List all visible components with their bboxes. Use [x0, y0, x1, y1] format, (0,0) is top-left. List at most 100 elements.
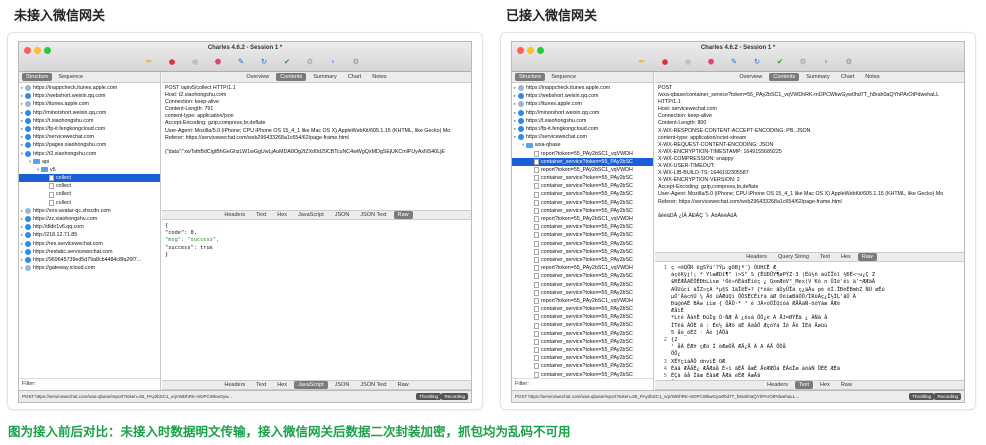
tree-item[interactable]: ▸ https://itunes.apple.com [19, 100, 160, 108]
tree-item[interactable]: container_service?token=55_PAy2bSC [512, 240, 653, 248]
tree-item[interactable]: container_service?token=55_PAy2bSC [512, 313, 653, 321]
tree-item[interactable]: container_service?token=55_PAy2bSC [512, 305, 653, 313]
tab-chart[interactable]: Chart [837, 73, 858, 81]
tree-item[interactable]: container_service?token=55_PAy2bSC [512, 199, 653, 207]
record-icon[interactable]: ● [660, 57, 670, 67]
tree-item[interactable]: container_service?token=55_PAy2bSC [512, 207, 653, 215]
tree-item[interactable]: container_service?token=55_PAy2bSC [512, 338, 653, 346]
tab-chart[interactable]: Chart [344, 73, 365, 81]
next-icon[interactable]: › [821, 57, 831, 67]
tree-item[interactable]: container_service?token=55_PAy2bSC [512, 330, 653, 338]
throttling-badge[interactable]: Throttling [909, 393, 934, 400]
tree-item[interactable]: ▸ https://inappcheck.itunes.apple.com [512, 84, 653, 92]
tab-structure[interactable]: Structure [515, 73, 546, 81]
tree-item[interactable]: ▸ https://servicewechat.com [512, 133, 653, 141]
tree-item[interactable]: container_service?token=55_PAy2bSC [512, 174, 653, 182]
tree-item[interactable]: ▸ http://minorshort.weixin.qq.com [19, 109, 160, 117]
tree-item[interactable]: ▸ https://inappcheck.itunes.apple.com [19, 84, 160, 92]
recording-badge[interactable]: Recording [934, 393, 961, 400]
tree-item[interactable]: ▸ https://t.xiaohongshu.com [19, 117, 160, 125]
tree-item[interactable]: container_service?token=55_PAy2bSC [512, 362, 653, 370]
tree-item[interactable]: container_service?token=55_PAy2bSC [512, 190, 653, 198]
tools-icon[interactable]: ⚙ [798, 57, 808, 67]
tree-item[interactable]: ▸ http://218.12.71.85 [19, 231, 160, 239]
tree-item[interactable]: ▸ https://itunes.apple.com [512, 100, 653, 108]
tree-item[interactable]: ▸ https://fp-it.fengkongcloud.com [19, 125, 160, 133]
tree-item[interactable]: ▸ https://restatic.servicewechat.com [19, 248, 160, 256]
tree-item[interactable]: container_service?token=55_PAy2bSC [512, 289, 653, 297]
validate-icon[interactable]: ✔ [775, 57, 785, 67]
tab-raw[interactable]: Raw [837, 381, 856, 389]
tab-hex[interactable]: Hex [273, 211, 291, 219]
tab-raw[interactable]: Raw [393, 211, 413, 219]
filter-field[interactable]: Filter: [512, 378, 653, 390]
tree-item[interactable]: ▾ wxa-qbase [512, 141, 653, 149]
tree-item[interactable]: report?token=55_PAy2bSC1_vqVWDH [512, 150, 653, 158]
tree-item[interactable]: collect [19, 174, 160, 183]
tree-item[interactable]: ▸ https://gateway.icloud.com [19, 264, 160, 272]
tab-raw[interactable]: Raw [857, 253, 877, 261]
tree-item[interactable]: ▸ https://zz.xiaohongshu.com [19, 215, 160, 223]
tab-contents[interactable]: Contents [769, 73, 800, 81]
tree-item[interactable]: container_service?token=55_PAy2bSC [512, 182, 653, 190]
tab-headers[interactable]: Headers [742, 253, 771, 261]
throttle-icon[interactable]: ● [190, 57, 200, 67]
tree-item[interactable]: ▸ https://sns-avatar-qc.xhscdn.com [19, 207, 160, 215]
tab-json-text[interactable]: JSON Text [356, 211, 390, 219]
tab-json-text[interactable]: JSON Text [356, 381, 390, 389]
tab-headers[interactable]: Headers [220, 381, 249, 389]
tree-item[interactable]: ▸ https://res.servicewechat.com [19, 240, 160, 248]
tree-item[interactable]: container_service?token=55_PAy2bSC [512, 321, 653, 329]
tab-sequence[interactable]: Sequence [547, 73, 580, 81]
tab-json[interactable]: JSON [331, 381, 354, 389]
tree-item[interactable]: container_service?token=55_PAy2bSC [512, 157, 653, 166]
filter-field[interactable]: Filter: [19, 378, 160, 390]
tree-item[interactable]: container_service?token=55_PAy2bSC [512, 281, 653, 289]
repeat-icon[interactable]: ↻ [259, 57, 269, 67]
repeat-icon[interactable]: ↻ [752, 57, 762, 67]
throttling-badge[interactable]: Throttling [416, 393, 441, 400]
tools-icon[interactable]: ⚙ [305, 57, 315, 67]
tab-contents[interactable]: Contents [276, 73, 307, 81]
tree-item[interactable]: ▸ https://969645739ed5d79a8cb4484c8fa26f7… [19, 256, 160, 264]
tab-json[interactable]: JSON [331, 211, 354, 219]
tree-item[interactable]: collect [19, 190, 160, 198]
tab-javascript[interactable]: JavaScript [294, 211, 328, 219]
tree-item[interactable]: container_service?token=55_PAy2bSC [512, 354, 653, 362]
tree-item[interactable]: ▸ https://webshort.weixin.qq.com [19, 92, 160, 100]
tab-structure[interactable]: Structure [22, 73, 53, 81]
tree-item[interactable]: report?token=55_PAy2bSC1_vqVWDH [512, 264, 653, 272]
tree-item[interactable]: ▸ https://webshort.weixin.qq.com [512, 92, 653, 100]
record-icon[interactable]: ● [167, 57, 177, 67]
tree-item[interactable]: ▸ https://servicewechat.com [19, 133, 160, 141]
tab-notes[interactable]: Notes [368, 73, 390, 81]
recording-badge[interactable]: Recording [441, 393, 468, 400]
pen-icon[interactable]: ✏ [637, 57, 647, 67]
tree-item[interactable]: ▾ api [19, 158, 160, 166]
tab-hex[interactable]: Hex [816, 381, 834, 389]
tab-headers[interactable]: Headers [763, 381, 792, 389]
breakpoint-icon[interactable]: ⬣ [706, 57, 716, 67]
pen-icon[interactable]: ✏ [144, 57, 154, 67]
tree-item[interactable]: container_service?token=55_PAy2bSC [512, 272, 653, 280]
tree-item[interactable]: report?token=55_PAy2bSC1_vqVWDH [512, 215, 653, 223]
tree-item[interactable]: ▸ http://dldir1v6.qq.com [19, 223, 160, 231]
tab-text[interactable]: Text [252, 381, 270, 389]
breakpoint-icon[interactable]: ⬣ [213, 57, 223, 67]
tab-text[interactable]: Text [252, 211, 270, 219]
settings-icon[interactable]: ⚙ [844, 57, 854, 67]
tree-item[interactable]: ▾ https://t2.xiaohongshu.com [19, 150, 160, 158]
tree-item[interactable]: container_service?token=55_PAy2bSC [512, 346, 653, 354]
tab-summary[interactable]: Summary [802, 73, 834, 81]
tree-item[interactable]: report?token=55_PAy2bSC1_vqVWDH [512, 166, 653, 174]
tab-overview[interactable]: Overview [735, 73, 766, 81]
tree-item[interactable]: ▾ v5 [19, 166, 160, 174]
throttle-icon[interactable]: ● [683, 57, 693, 67]
tree-item[interactable]: container_service?token=55_PAy2bSC [512, 231, 653, 239]
next-icon[interactable]: › [328, 57, 338, 67]
edit-icon[interactable]: ✎ [729, 57, 739, 67]
tab-overview[interactable]: Overview [242, 73, 273, 81]
edit-icon[interactable]: ✎ [236, 57, 246, 67]
tab-text[interactable]: Text [794, 381, 814, 389]
tab-query-string[interactable]: Query String [774, 253, 813, 261]
